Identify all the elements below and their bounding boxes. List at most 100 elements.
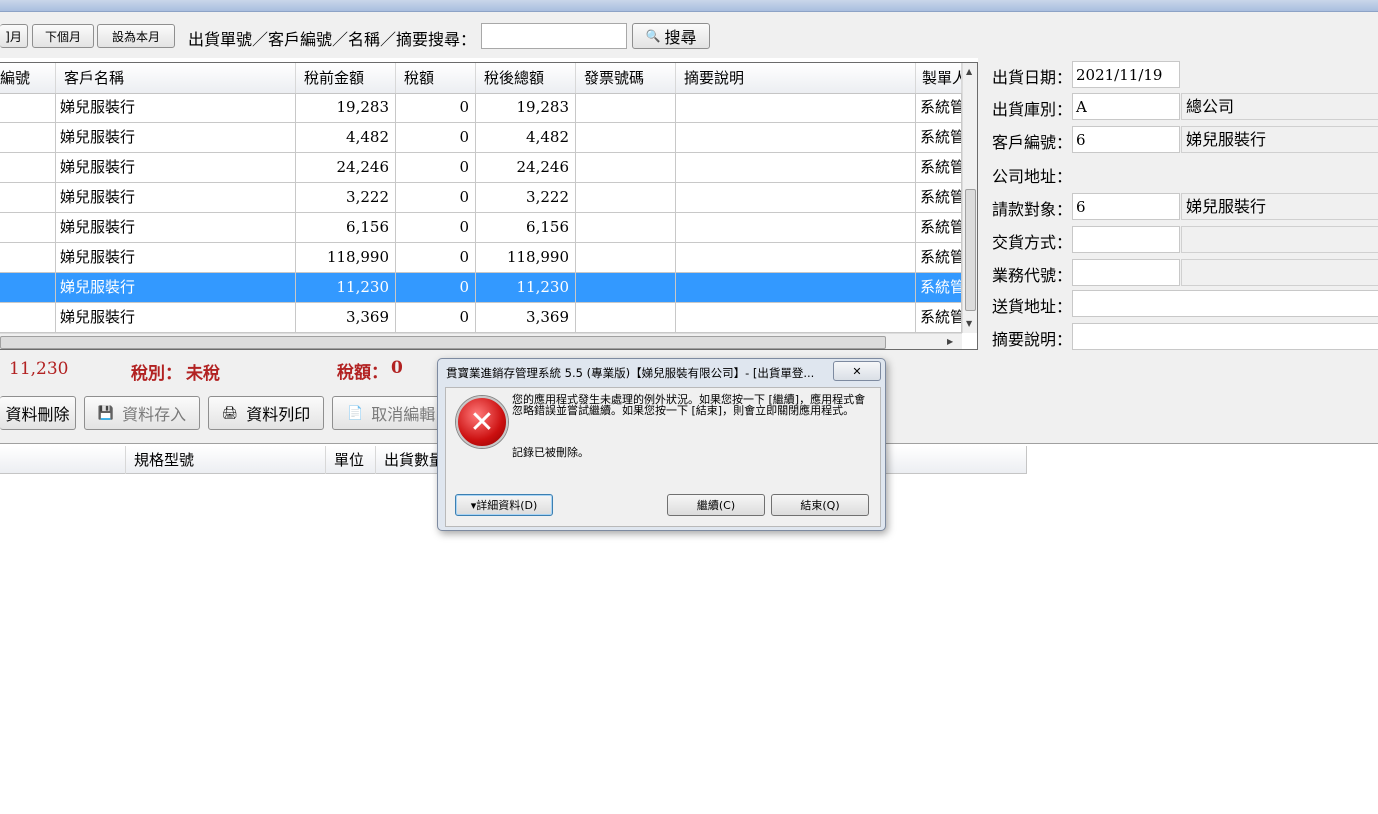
cell-memo[interactable] [676, 153, 916, 182]
cancel-edit-button[interactable]: 📄 取消編輯 [332, 396, 448, 430]
cell-total[interactable]: 19,283 [476, 93, 576, 122]
cell-pretax[interactable]: 4,482 [296, 123, 396, 152]
customer-no-field[interactable]: 6 [1072, 126, 1180, 153]
cell-maker[interactable]: 系統管 [916, 153, 962, 182]
cell-number[interactable] [0, 213, 56, 242]
cell-pretax[interactable]: 3,369 [296, 303, 396, 332]
quit-button[interactable]: 結束(Q) [771, 494, 869, 516]
dialog-close-button[interactable]: ✕ [833, 361, 881, 381]
col-header-maker[interactable]: 製單人 [916, 63, 962, 93]
cell-invoice[interactable] [576, 243, 676, 272]
cell-number[interactable] [0, 303, 56, 332]
ship-address-field[interactable] [1072, 290, 1378, 317]
table-row[interactable]: 娣兒服裝行 6,156 0 6,156 系統管 [0, 213, 962, 243]
horizontal-scroll-thumb[interactable] [0, 336, 886, 349]
cell-number[interactable] [0, 93, 56, 122]
cell-customer[interactable]: 娣兒服裝行 [56, 303, 296, 332]
col-header-tax[interactable]: 稅額 [396, 63, 476, 93]
table-row[interactable]: 娣兒服裝行 118,990 0 118,990 系統管 [0, 243, 962, 273]
save-button[interactable]: 💾 資料存入 [84, 396, 200, 430]
table-row[interactable]: 娣兒服裝行 11,230 0 11,230 系統管 [0, 273, 962, 303]
cell-pretax[interactable]: 24,246 [296, 153, 396, 182]
shipment-grid[interactable]: 編號 客戶名稱 稅前金額 稅額 稅後總額 發票號碼 摘要說明 製單人 娣兒服裝行… [0, 62, 978, 350]
cell-pretax[interactable]: 19,283 [296, 93, 396, 122]
cell-number[interactable] [0, 273, 56, 302]
col-header-invoice[interactable]: 發票號碼 [576, 63, 676, 93]
cell-number[interactable] [0, 183, 56, 212]
table-row[interactable]: 娣兒服裝行 4,482 0 4,482 系統管 [0, 123, 962, 153]
cell-invoice[interactable] [576, 183, 676, 212]
set-this-month-button[interactable]: 設為本月 [97, 24, 175, 48]
delivery-method-field[interactable] [1072, 226, 1180, 253]
cell-maker[interactable]: 系統管 [916, 123, 962, 152]
cell-customer[interactable]: 娣兒服裝行 [56, 273, 296, 302]
cell-total[interactable]: 4,482 [476, 123, 576, 152]
cell-tax[interactable]: 0 [396, 303, 476, 332]
cell-maker[interactable]: 系統管 [916, 183, 962, 212]
cell-memo[interactable] [676, 273, 916, 302]
cell-customer[interactable]: 娣兒服裝行 [56, 93, 296, 122]
next-month-button[interactable]: 下個月 [32, 24, 94, 48]
ship-date-field[interactable]: 2021/11/19 [1072, 61, 1180, 88]
table-row[interactable]: 娣兒服裝行 24,246 0 24,246 系統管 [0, 153, 962, 183]
scroll-up-icon[interactable]: ▲ [966, 67, 972, 76]
cell-tax[interactable]: 0 [396, 213, 476, 242]
print-button[interactable]: 🖨 資料列印 [208, 396, 324, 430]
prev-month-button[interactable]: ]月 [0, 24, 28, 48]
col-header-memo[interactable]: 摘要說明 [676, 63, 916, 93]
cell-memo[interactable] [676, 303, 916, 332]
cell-pretax[interactable]: 6,156 [296, 213, 396, 242]
cell-customer[interactable]: 娣兒服裝行 [56, 243, 296, 272]
cell-maker[interactable]: 系統管 [916, 303, 962, 332]
grid-horizontal-scrollbar[interactable]: ▶ [0, 333, 962, 349]
cell-tax[interactable]: 0 [396, 243, 476, 272]
cell-pretax[interactable]: 11,230 [296, 273, 396, 302]
cell-invoice[interactable] [576, 123, 676, 152]
cell-total[interactable]: 3,369 [476, 303, 576, 332]
cell-invoice[interactable] [576, 153, 676, 182]
cell-total[interactable]: 6,156 [476, 213, 576, 242]
cell-invoice[interactable] [576, 303, 676, 332]
cell-total[interactable]: 3,222 [476, 183, 576, 212]
continue-button[interactable]: 繼續(C) [667, 494, 765, 516]
cell-invoice[interactable] [576, 213, 676, 242]
scroll-right-icon[interactable]: ▶ [947, 337, 953, 346]
cell-maker[interactable]: 系統管 [916, 243, 962, 272]
cell-memo[interactable] [676, 93, 916, 122]
cell-tax[interactable]: 0 [396, 93, 476, 122]
cell-memo[interactable] [676, 123, 916, 152]
items-col-spec[interactable]: 規格型號 [126, 446, 326, 474]
cell-tax[interactable]: 0 [396, 183, 476, 212]
search-button[interactable]: 🔍 搜尋 [632, 23, 710, 49]
cell-memo[interactable] [676, 183, 916, 212]
search-input[interactable] [481, 23, 627, 49]
bill-to-no-field[interactable]: 6 [1072, 193, 1180, 220]
cell-customer[interactable]: 娣兒服裝行 [56, 213, 296, 242]
cell-memo[interactable] [676, 243, 916, 272]
table-row[interactable]: 娣兒服裝行 19,283 0 19,283 系統管 [0, 93, 962, 123]
col-header-customer[interactable]: 客戶名稱 [56, 63, 296, 93]
col-header-pretax[interactable]: 稅前金額 [296, 63, 396, 93]
cell-invoice[interactable] [576, 93, 676, 122]
col-header-number[interactable]: 編號 [0, 63, 56, 93]
cell-tax[interactable]: 0 [396, 273, 476, 302]
cell-maker[interactable]: 系統管 [916, 213, 962, 242]
cell-pretax[interactable]: 118,990 [296, 243, 396, 272]
cell-customer[interactable]: 娣兒服裝行 [56, 123, 296, 152]
cell-invoice[interactable] [576, 273, 676, 302]
details-button[interactable]: ▾詳細資料(D) [455, 494, 553, 516]
cell-pretax[interactable]: 3,222 [296, 183, 396, 212]
cell-total[interactable]: 118,990 [476, 243, 576, 272]
scroll-down-icon[interactable]: ▼ [966, 319, 972, 328]
cell-number[interactable] [0, 123, 56, 152]
cell-memo[interactable] [676, 213, 916, 242]
warehouse-code-field[interactable]: A [1072, 93, 1180, 120]
col-header-total[interactable]: 稅後總額 [476, 63, 576, 93]
cell-number[interactable] [0, 153, 56, 182]
cell-customer[interactable]: 娣兒服裝行 [56, 183, 296, 212]
items-col-blank[interactable] [0, 446, 126, 474]
cell-customer[interactable]: 娣兒服裝行 [56, 153, 296, 182]
cell-maker[interactable]: 系統管 [916, 273, 962, 302]
cell-tax[interactable]: 0 [396, 123, 476, 152]
vertical-scroll-thumb[interactable] [965, 189, 976, 311]
